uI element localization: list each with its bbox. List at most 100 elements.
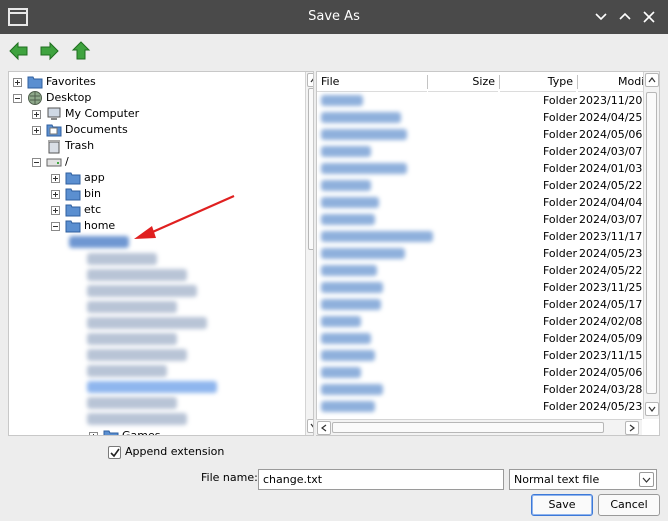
file-type-cell: Folder bbox=[543, 247, 577, 260]
redacted-tree-item[interactable] bbox=[87, 333, 177, 345]
file-row[interactable]: Folder 2024/03/07 1 bbox=[317, 143, 653, 160]
file-row[interactable]: Folder 2023/11/15 1 bbox=[317, 347, 653, 364]
expand-toggle[interactable] bbox=[32, 126, 41, 135]
maximize-button[interactable] bbox=[614, 6, 636, 28]
chevron-down-icon bbox=[648, 406, 656, 412]
redacted-tree-item[interactable] bbox=[87, 349, 187, 361]
tree-item-documents[interactable]: Documents bbox=[9, 122, 299, 138]
scroll-down-button[interactable] bbox=[645, 402, 659, 416]
expand-toggle[interactable] bbox=[32, 110, 41, 119]
tree-item-app[interactable]: app bbox=[9, 170, 299, 186]
redacted-tree-item[interactable] bbox=[87, 317, 207, 329]
collapse-toggle[interactable] bbox=[32, 158, 41, 167]
expand-toggle[interactable] bbox=[51, 206, 60, 215]
save-button[interactable]: Save bbox=[531, 494, 593, 516]
file-type-cell: Folder bbox=[543, 145, 577, 158]
file-row[interactable]: Folder 2024/05/17 1 bbox=[317, 296, 653, 313]
file-list[interactable]: File Size Type Modi Folder 2023/11/20 0 Fo… bbox=[316, 71, 660, 436]
redacted-file-name bbox=[321, 146, 371, 157]
file-modified-cell: 2024/03/07 1 bbox=[579, 145, 653, 158]
close-button[interactable] bbox=[638, 6, 660, 28]
collapse-toggle[interactable] bbox=[13, 94, 22, 103]
tree-item-label: Desktop bbox=[46, 91, 92, 104]
expand-toggle[interactable] bbox=[89, 432, 98, 435]
tree-item-games[interactable]: Games bbox=[9, 428, 299, 435]
back-button[interactable] bbox=[8, 40, 30, 62]
scroll-thumb[interactable] bbox=[308, 88, 313, 250]
file-row[interactable]: Folder 2023/11/17 0 bbox=[317, 228, 653, 245]
expand-toggle[interactable] bbox=[51, 190, 60, 199]
dropdown-button[interactable] bbox=[639, 472, 654, 487]
scroll-up-button[interactable] bbox=[307, 73, 313, 87]
tree-item-label: Documents bbox=[65, 123, 128, 136]
scroll-right-button[interactable] bbox=[625, 421, 639, 435]
file-row[interactable]: Folder 2024/05/09 1 bbox=[317, 330, 653, 347]
file-type-selected-value: Normal text file bbox=[514, 473, 600, 486]
file-row[interactable]: Folder 2023/11/20 0 bbox=[317, 92, 653, 109]
file-row[interactable]: Folder 2024/04/04 1 bbox=[317, 194, 653, 211]
scroll-left-button[interactable] bbox=[317, 421, 331, 435]
scroll-thumb[interactable] bbox=[332, 422, 604, 433]
tree-item-trash[interactable]: Trash bbox=[9, 138, 299, 154]
file-name-input[interactable]: change.txt bbox=[258, 469, 504, 490]
tree-vertical-scrollbar[interactable] bbox=[305, 72, 313, 435]
file-list-vertical-scrollbar[interactable] bbox=[643, 72, 659, 419]
tree-item-bin[interactable]: bin bbox=[9, 186, 299, 202]
redacted-tree-item[interactable] bbox=[87, 269, 187, 281]
up-button[interactable] bbox=[70, 40, 92, 62]
folder-icon bbox=[103, 430, 119, 435]
file-row[interactable]: Folder 2024/01/03 1 bbox=[317, 160, 653, 177]
file-row[interactable]: Folder 2024/03/07 1 bbox=[317, 211, 653, 228]
minimize-button[interactable] bbox=[590, 6, 612, 28]
file-row[interactable]: Folder 2023/11/25 1 bbox=[317, 279, 653, 296]
file-list-horizontal-scrollbar[interactable] bbox=[316, 419, 642, 435]
file-row[interactable]: Folder 2024/05/22 1 bbox=[317, 177, 653, 194]
file-row[interactable]: Folder 2024/02/08 0 bbox=[317, 313, 653, 330]
redacted-tree-item[interactable] bbox=[87, 365, 167, 377]
redacted-selected-item[interactable] bbox=[69, 236, 129, 248]
file-row[interactable]: Folder 2024/05/23 1 bbox=[317, 245, 653, 262]
file-row[interactable]: Folder 2024/04/25 0 bbox=[317, 109, 653, 126]
file-row[interactable]: Folder 2024/05/06 1 bbox=[317, 126, 653, 143]
redacted-tree-item[interactable] bbox=[87, 253, 157, 265]
scroll-up-button[interactable] bbox=[645, 73, 659, 87]
redacted-file-name bbox=[321, 401, 375, 412]
redacted-tree-item[interactable] bbox=[87, 285, 197, 297]
file-row[interactable]: Folder 2024/05/22 1 bbox=[317, 262, 653, 279]
append-extension-checkbox[interactable] bbox=[108, 446, 121, 459]
file-row[interactable]: Folder 2024/03/28 1 bbox=[317, 381, 653, 398]
redacted-file-name bbox=[321, 163, 407, 174]
tree-item-root[interactable]: / bbox=[9, 154, 299, 170]
file-type-select[interactable]: Normal text file bbox=[509, 469, 657, 490]
scroll-thumb[interactable] bbox=[646, 92, 657, 394]
tree-item-etc[interactable]: etc bbox=[9, 202, 299, 218]
file-row[interactable]: Folder 2024/05/06 0 bbox=[317, 364, 653, 381]
forward-button[interactable] bbox=[38, 40, 60, 62]
column-header-modified[interactable]: Modi bbox=[578, 72, 648, 92]
tree-item-home[interactable]: home bbox=[9, 218, 299, 234]
redacted-tree-item[interactable] bbox=[87, 381, 217, 393]
tree-item-desktop[interactable]: Desktop bbox=[9, 90, 299, 106]
chevron-down-icon bbox=[642, 477, 651, 483]
scroll-down-button[interactable] bbox=[307, 419, 313, 433]
file-type-cell: Folder bbox=[543, 230, 577, 243]
expand-toggle[interactable] bbox=[51, 174, 60, 183]
append-extension-label[interactable]: Append extension bbox=[125, 445, 224, 458]
redacted-tree-item[interactable] bbox=[87, 413, 187, 425]
column-header-file[interactable]: File bbox=[317, 72, 427, 92]
redacted-tree-item[interactable] bbox=[87, 301, 177, 313]
tree-item-label: app bbox=[84, 171, 105, 184]
file-row[interactable]: Folder 2024/05/23 1 bbox=[317, 398, 653, 415]
collapse-toggle[interactable] bbox=[51, 222, 60, 231]
desktop-globe-icon bbox=[28, 91, 42, 105]
file-type-cell: Folder bbox=[543, 213, 577, 226]
redacted-tree-item[interactable] bbox=[87, 397, 177, 409]
column-header-size[interactable]: Size bbox=[428, 72, 498, 92]
column-header-type[interactable]: Type bbox=[500, 72, 576, 92]
tree-item-favorites[interactable]: Favorites bbox=[9, 74, 299, 90]
cancel-button[interactable]: Cancel bbox=[598, 494, 660, 516]
directory-tree[interactable]: Favorites Desktop My Computer Documents … bbox=[8, 71, 314, 436]
file-type-cell: Folder bbox=[543, 128, 577, 141]
tree-item-my-computer[interactable]: My Computer bbox=[9, 106, 299, 122]
expand-toggle[interactable] bbox=[13, 78, 22, 87]
